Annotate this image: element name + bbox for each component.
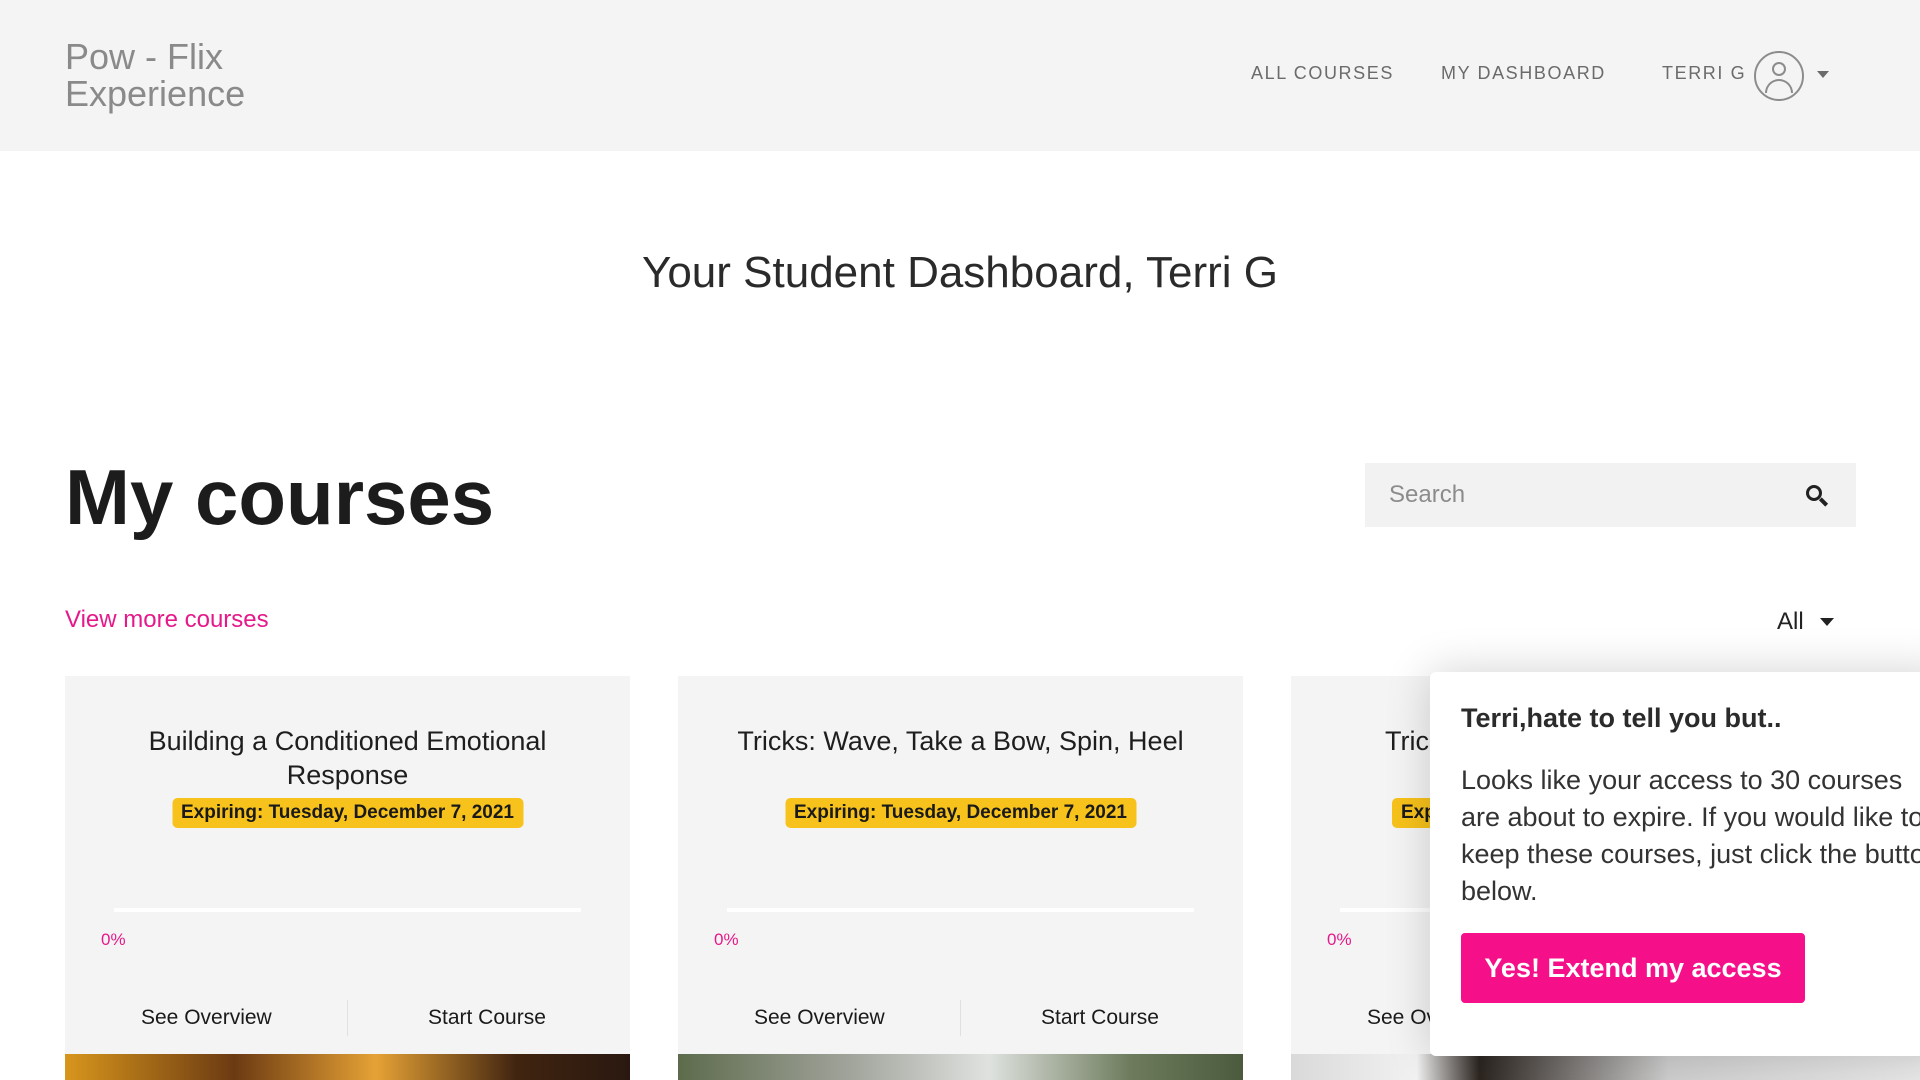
nav-my-dashboard[interactable]: MY DASHBOARD [1441, 63, 1606, 84]
course-thumbnail[interactable] [1291, 1054, 1920, 1080]
progress-percent: 0% [714, 930, 739, 949]
progress-bar [727, 908, 1194, 912]
button-divider [960, 1000, 961, 1036]
search-icon[interactable] [1806, 485, 1829, 507]
start-course-button[interactable]: Start Course [1041, 1006, 1159, 1030]
start-course-button[interactable]: Start Course [428, 1006, 546, 1030]
top-header: Pow - Flix Experience ALL COURSES MY DAS… [0, 0, 1920, 151]
filter-chevron-down-icon[interactable] [1820, 618, 1834, 626]
page-title: Your Student Dashboard, Terri G [642, 248, 1278, 297]
course-card: Building a Conditioned Emotional Respons… [65, 676, 630, 1080]
course-filter-select[interactable]: All [1777, 608, 1804, 636]
avatar-icon[interactable] [1754, 51, 1804, 101]
expiring-badge: Expiring: Tuesday, December 7, 2021 [785, 798, 1136, 828]
user-menu-name[interactable]: TERRI G [1662, 63, 1746, 84]
course-title[interactable]: Building a Conditioned Emotional Respons… [105, 724, 590, 792]
popup-title: Terri,hate to tell you but.. [1461, 703, 1782, 733]
see-overview-button[interactable]: See Ov [1367, 1006, 1437, 1030]
view-more-courses-link[interactable]: View more courses [65, 606, 269, 634]
logo-line-1: Pow - Flix [65, 36, 224, 77]
logo-line-2: Experience [65, 73, 246, 114]
expiring-badge: Expiring: Tuesday, December 7, 2021 [172, 798, 523, 828]
progress-bar [114, 908, 581, 912]
course-thumbnail[interactable] [65, 1054, 630, 1080]
course-title[interactable]: Tricks: Wave, Take a Bow, Spin, Heel [718, 724, 1203, 758]
site-logo[interactable]: Pow - Flix Experience [65, 38, 245, 112]
nav-all-courses[interactable]: ALL COURSES [1251, 63, 1394, 84]
search-container [1365, 463, 1856, 527]
see-overview-button[interactable]: See Overview [754, 1006, 885, 1030]
popup-message: Looks like your access to 30 courses are… [1461, 765, 1920, 906]
course-thumbnail[interactable] [678, 1054, 1243, 1080]
user-menu-chevron-down-icon[interactable] [1817, 71, 1829, 78]
progress-percent: 0% [1327, 930, 1352, 949]
progress-percent: 0% [101, 930, 126, 949]
course-title[interactable]: Tric [1385, 724, 1429, 758]
avatar-head-shape [1772, 62, 1786, 76]
my-courses-heading: My courses [65, 453, 495, 541]
course-card: Tricks: Wave, Take a Bow, Spin, Heel Exp… [678, 676, 1243, 1080]
see-overview-button[interactable]: See Overview [141, 1006, 272, 1030]
expiration-popup: Terri,hate to tell you but.. Looks like … [1430, 672, 1920, 1056]
search-input[interactable] [1365, 463, 1785, 527]
button-divider [347, 1000, 348, 1036]
avatar-body-shape [1765, 79, 1793, 93]
extend-access-button[interactable]: Yes! Extend my access [1461, 933, 1805, 1003]
